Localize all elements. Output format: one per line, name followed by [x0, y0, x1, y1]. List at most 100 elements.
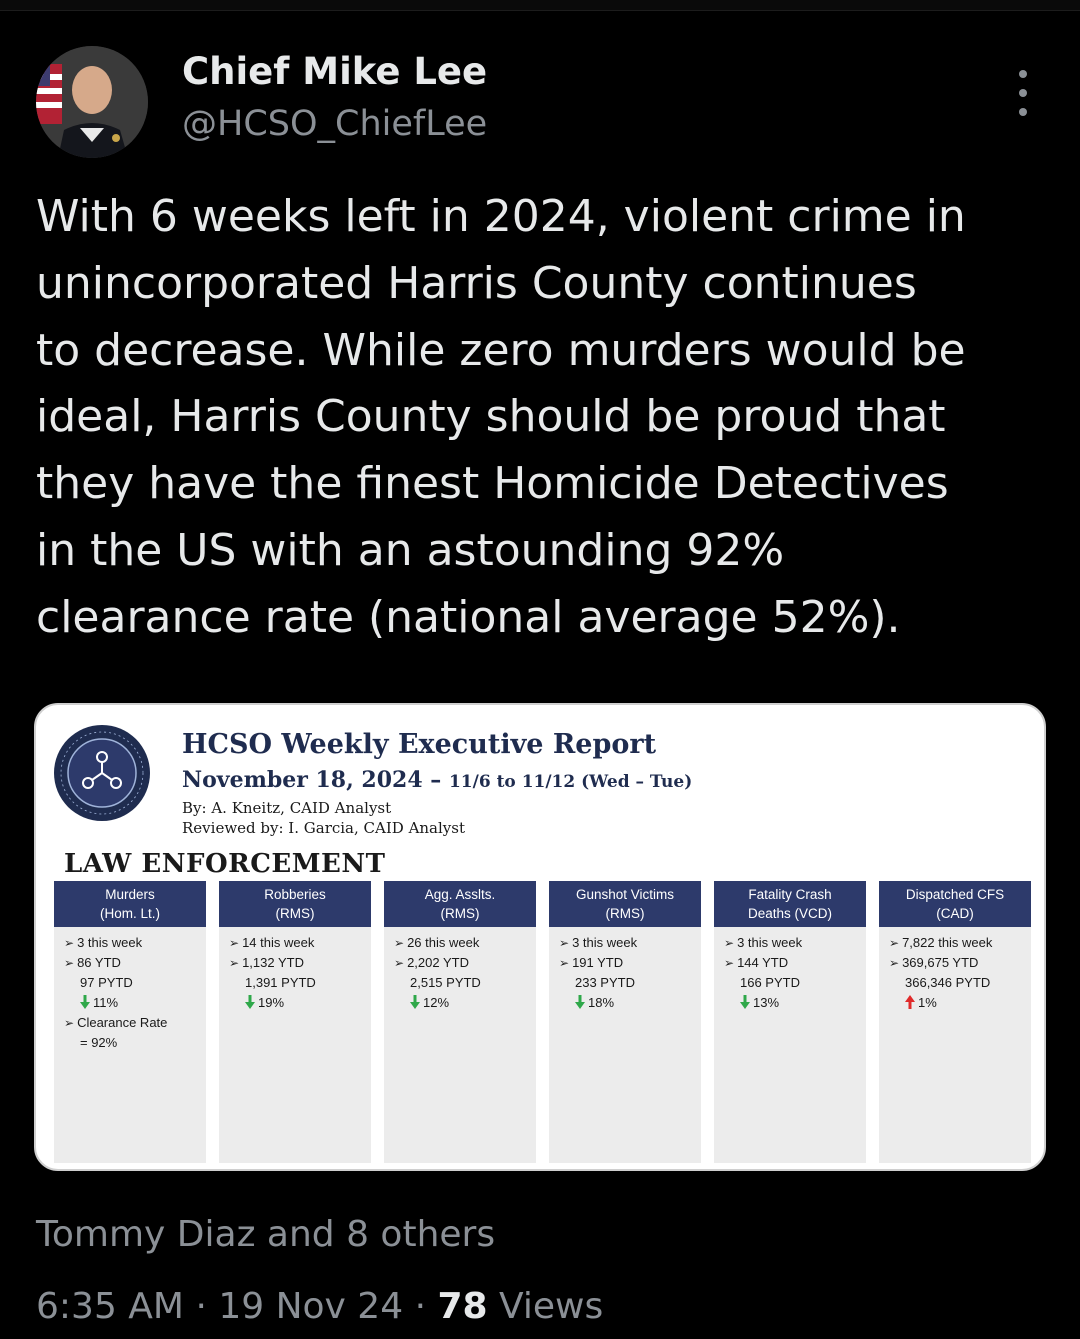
tweet-date[interactable]: 19 Nov 24 — [218, 1286, 403, 1327]
column-header-line2: Deaths (VCD) — [747, 906, 833, 921]
week-stat: 7,822 this week — [889, 933, 1031, 953]
ytd-stat: 1,132 YTD — [229, 953, 371, 973]
column-header-line1: Fatality Crash — [748, 887, 832, 902]
change-value: 12% — [423, 995, 450, 1010]
tweet-time[interactable]: 6:35 AM — [36, 1286, 184, 1327]
report-column-murders: Murders (Hom. Lt.) 3 this week 86 YTD 97… — [54, 881, 206, 1163]
column-header: Robberies (RMS) — [219, 881, 371, 927]
ytd-stat: 144 YTD — [724, 953, 866, 973]
report-author: By: A. Kneitz, CAID Analyst — [182, 799, 392, 817]
column-header: Agg. Asslts. (RMS) — [384, 881, 536, 927]
dot — [1019, 108, 1027, 116]
views-label: Views — [499, 1286, 604, 1327]
change-value: 1% — [918, 995, 937, 1010]
dot — [1019, 89, 1027, 97]
report-date: November 18, 2024 – 11/6 to 11/12 (Wed –… — [182, 767, 692, 793]
ytd-stat: 2,202 YTD — [394, 953, 536, 973]
column-body: 3 this week 144 YTD 166 PYTD 13% — [714, 927, 866, 1013]
column-header-line1: Robberies — [264, 887, 326, 902]
down-arrow-icon — [410, 995, 420, 1009]
column-header-line1: Agg. Asslts. — [424, 887, 496, 902]
column-header-line2: (RMS) — [440, 906, 480, 921]
tweet-line: they have the finest Homicide Detectives — [36, 458, 949, 510]
week-stat: 3 this week — [64, 933, 206, 953]
change-stat: 13% — [724, 993, 866, 1013]
report-column-agg-assaults: Agg. Asslts. (RMS) 26 this week 2,202 YT… — [384, 881, 536, 1163]
report-title: HCSO Weekly Executive Report — [182, 729, 657, 760]
author-avatar[interactable] — [36, 46, 148, 158]
dot — [1019, 70, 1027, 78]
pytd-stat: 166 PYTD — [740, 975, 800, 990]
change-value: 13% — [753, 995, 780, 1010]
column-body: 7,822 this week 369,675 YTD 366,346 PYTD… — [879, 927, 1031, 1013]
pytd-stat: 366,346 PYTD — [905, 975, 991, 990]
ytd-stat: 369,675 YTD — [889, 953, 1031, 973]
column-header-line2: (Hom. Lt.) — [99, 906, 160, 921]
report-column-robberies: Robberies (RMS) 14 this week 1,132 YTD 1… — [219, 881, 371, 1163]
change-stat: 12% — [394, 993, 536, 1013]
column-body: 3 this week 191 YTD 233 PYTD 18% — [549, 927, 701, 1013]
column-header: Gunshot Victims (RMS) — [549, 881, 701, 927]
ytd-stat: 191 YTD — [559, 953, 701, 973]
report-section-title: LAW ENFORCEMENT — [64, 849, 386, 879]
column-header-line2: (RMS) — [275, 906, 315, 921]
author-name[interactable]: Chief Mike Lee — [182, 50, 487, 93]
report-date-text: November 18, 2024 – — [182, 767, 442, 793]
views-count: 78 — [437, 1286, 488, 1327]
ytd-stat: 86 YTD — [64, 953, 206, 973]
week-stat: 14 this week — [229, 933, 371, 953]
column-header-line2: (RMS) — [605, 906, 645, 921]
column-header-line1: Gunshot Victims — [575, 887, 675, 902]
author-handle[interactable]: @HCSO_ChiefLee — [182, 104, 487, 144]
column-header: Fatality Crash Deaths (VCD) — [714, 881, 866, 927]
change-value: 11% — [93, 995, 119, 1010]
clearance-value: = 92% — [80, 1035, 118, 1050]
change-stat: 19% — [229, 993, 371, 1013]
meta-separator: · — [414, 1286, 427, 1327]
report-column-fatality-crash: Fatality Crash Deaths (VCD) 3 this week … — [714, 881, 866, 1163]
pytd-stat: 233 PYTD — [575, 975, 635, 990]
pytd-stat: 1,391 PYTD — [245, 975, 316, 990]
tweet-meta: 6:35 AM · 19 Nov 24 · 78 Views — [36, 1286, 603, 1327]
report-date-range: 11/6 to 11/12 (Wed – Tue) — [448, 772, 693, 792]
column-header: Murders (Hom. Lt.) — [54, 881, 206, 927]
top-divider — [0, 0, 1080, 11]
column-header-line2: (CAD) — [936, 906, 974, 921]
column-header: Dispatched CFS (CAD) — [879, 881, 1031, 927]
meta-separator: · — [195, 1286, 207, 1327]
up-arrow-icon — [905, 995, 915, 1009]
clearance-label: Clearance Rate — [64, 1013, 206, 1033]
caid-seal-logo — [54, 725, 150, 821]
down-arrow-icon — [80, 995, 90, 1009]
pytd-stat: 2,515 PYTD — [410, 975, 481, 990]
tweet-line: to decrease. While zero murders would be — [36, 324, 966, 376]
report-reviewer: Reviewed by: I. Garcia, CAID Analyst — [182, 819, 466, 837]
pytd-stat: 97 PYTD — [80, 975, 133, 990]
change-value: 19% — [258, 995, 285, 1010]
tweet-line: unincorporated Harris County continues — [36, 257, 917, 309]
tweet-line: in the US with an astounding 92% — [36, 524, 785, 576]
week-stat: 3 this week — [559, 933, 701, 953]
column-header-line1: Murders — [105, 887, 155, 902]
tweet-line: ideal, Harris County should be proud tha… — [36, 391, 946, 443]
change-value: 18% — [588, 995, 615, 1010]
change-stat: 18% — [559, 993, 701, 1013]
down-arrow-icon — [740, 995, 750, 1009]
attached-report-image[interactable]: HCSO Weekly Executive Report November 18… — [34, 703, 1046, 1171]
down-arrow-icon — [575, 995, 585, 1009]
report-column-dispatched-cfs: Dispatched CFS (CAD) 7,822 this week 369… — [879, 881, 1031, 1163]
tweet-line: With 6 weeks left in 2024, violent crime… — [36, 191, 966, 242]
avatar-photo — [36, 46, 148, 158]
column-body: 3 this week 86 YTD 97 PYTD 11% Clearance… — [54, 927, 206, 1053]
tweet-text: With 6 weeks left in 2024, violent crime… — [36, 184, 1046, 652]
column-body: 14 this week 1,132 YTD 1,391 PYTD 19% — [219, 927, 371, 1013]
report-column-gunshot-victims: Gunshot Victims (RMS) 3 this week 191 YT… — [549, 881, 701, 1163]
column-body: 26 this week 2,202 YTD 2,515 PYTD 12% — [384, 927, 536, 1013]
week-stat: 3 this week — [724, 933, 866, 953]
down-arrow-icon — [245, 995, 255, 1009]
column-header-line1: Dispatched CFS — [905, 887, 1005, 902]
more-options-icon[interactable] — [1006, 70, 1040, 116]
tweet-line: clearance rate (national average 52%). — [36, 591, 901, 643]
change-stat: 11% — [64, 993, 206, 1013]
liked-by-link[interactable]: Tommy Diaz and 8 others — [36, 1214, 495, 1255]
